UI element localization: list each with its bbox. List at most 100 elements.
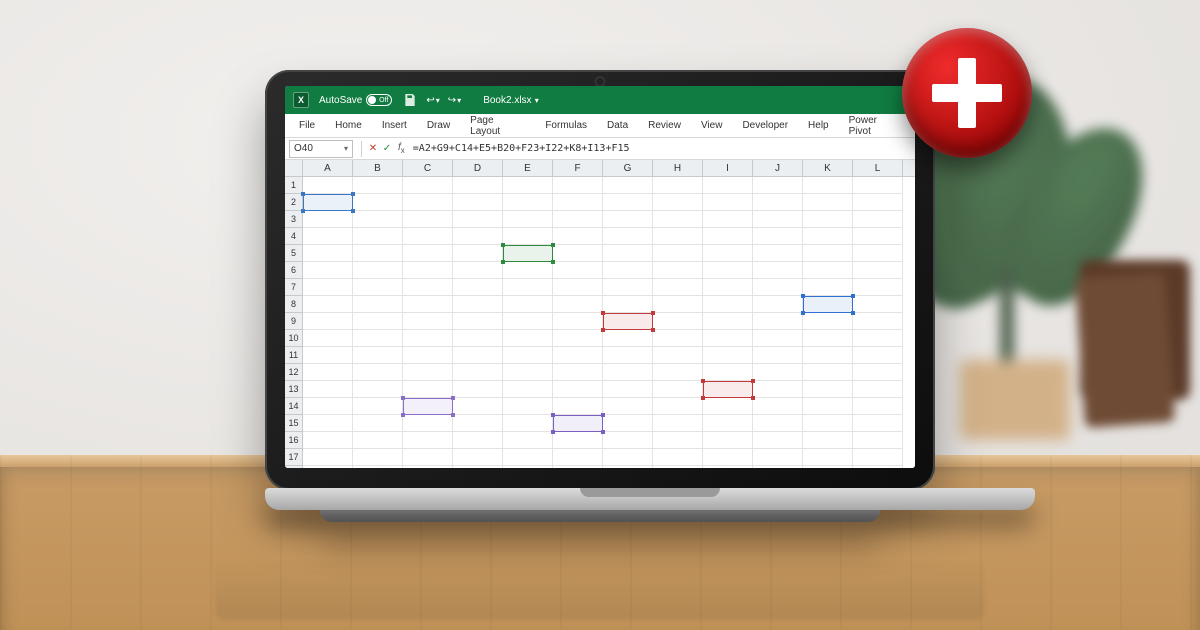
cell-A1[interactable] xyxy=(303,177,353,194)
cell-K12[interactable] xyxy=(803,364,853,381)
cell-J4[interactable] xyxy=(753,228,803,245)
cell-G8[interactable] xyxy=(603,296,653,313)
cell-E9[interactable] xyxy=(503,313,553,330)
cell-L11[interactable] xyxy=(853,347,903,364)
cell-F8[interactable] xyxy=(553,296,603,313)
cell-K7[interactable] xyxy=(803,279,853,296)
cell-D3[interactable] xyxy=(453,211,503,228)
cell-L2[interactable] xyxy=(853,194,903,211)
ribbon-tab-review[interactable]: Review xyxy=(640,116,689,135)
cell-L7[interactable] xyxy=(853,279,903,296)
cell-G5[interactable] xyxy=(603,245,653,262)
cell-E3[interactable] xyxy=(503,211,553,228)
cell-A10[interactable] xyxy=(303,330,353,347)
cell-H16[interactable] xyxy=(653,432,703,449)
cell-J6[interactable] xyxy=(753,262,803,279)
cell-I9[interactable] xyxy=(703,313,753,330)
cell-B15[interactable] xyxy=(353,415,403,432)
cell-D8[interactable] xyxy=(453,296,503,313)
cell-H6[interactable] xyxy=(653,262,703,279)
cell-A3[interactable] xyxy=(303,211,353,228)
cell-B10[interactable] xyxy=(353,330,403,347)
row-header-8[interactable]: 8 xyxy=(285,296,303,313)
cell-B5[interactable] xyxy=(353,245,403,262)
cell-H2[interactable] xyxy=(653,194,703,211)
row-header-10[interactable]: 10 xyxy=(285,330,303,347)
row-header-16[interactable]: 16 xyxy=(285,432,303,449)
cell-J2[interactable] xyxy=(753,194,803,211)
cell-I4[interactable] xyxy=(703,228,753,245)
row-header-6[interactable]: 6 xyxy=(285,262,303,279)
cell-F9[interactable] xyxy=(553,313,603,330)
cell-I6[interactable] xyxy=(703,262,753,279)
cell-A5[interactable] xyxy=(303,245,353,262)
cell-E1[interactable] xyxy=(503,177,553,194)
cell-E2[interactable] xyxy=(503,194,553,211)
cell-C3[interactable] xyxy=(403,211,453,228)
cell-H13[interactable] xyxy=(653,381,703,398)
cell-E14[interactable] xyxy=(503,398,553,415)
cell-D15[interactable] xyxy=(453,415,503,432)
cell-H7[interactable] xyxy=(653,279,703,296)
formula-input[interactable]: =A2+G9+C14+E5+B20+F23+I22+K8+I13+F15 xyxy=(409,140,915,158)
cell-B14[interactable] xyxy=(353,398,403,415)
cell-H8[interactable] xyxy=(653,296,703,313)
cell-K5[interactable] xyxy=(803,245,853,262)
column-header-C[interactable]: C xyxy=(403,160,453,176)
cell-E8[interactable] xyxy=(503,296,553,313)
cell-B4[interactable] xyxy=(353,228,403,245)
cell-B17[interactable] xyxy=(353,449,403,466)
cell-I14[interactable] xyxy=(703,398,753,415)
cancel-formula-button[interactable]: ✕ xyxy=(366,143,380,154)
cell-D2[interactable] xyxy=(453,194,503,211)
cell-I13[interactable] xyxy=(703,381,753,398)
cell-L14[interactable] xyxy=(853,398,903,415)
row-header-14[interactable]: 14 xyxy=(285,398,303,415)
ribbon-tab-view[interactable]: View xyxy=(693,116,731,135)
column-header-E[interactable]: E xyxy=(503,160,553,176)
cell-B9[interactable] xyxy=(353,313,403,330)
row-header-7[interactable]: 7 xyxy=(285,279,303,296)
cell-K10[interactable] xyxy=(803,330,853,347)
autosave-toggle[interactable]: AutoSave Off xyxy=(319,94,392,106)
cell-F15[interactable] xyxy=(553,415,603,432)
cell-L18[interactable] xyxy=(853,466,903,468)
cell-G7[interactable] xyxy=(603,279,653,296)
cell-I16[interactable] xyxy=(703,432,753,449)
cell-J3[interactable] xyxy=(753,211,803,228)
ribbon-tab-page-layout[interactable]: Page Layout xyxy=(462,111,533,141)
cell-K9[interactable] xyxy=(803,313,853,330)
fx-icon[interactable]: fx xyxy=(398,142,405,155)
cell-I11[interactable] xyxy=(703,347,753,364)
cell-G10[interactable] xyxy=(603,330,653,347)
cell-C2[interactable] xyxy=(403,194,453,211)
cell-C9[interactable] xyxy=(403,313,453,330)
cell-A11[interactable] xyxy=(303,347,353,364)
cell-A17[interactable] xyxy=(303,449,353,466)
row-header-12[interactable]: 12 xyxy=(285,364,303,381)
cell-I5[interactable] xyxy=(703,245,753,262)
cell-I17[interactable] xyxy=(703,449,753,466)
cell-C4[interactable] xyxy=(403,228,453,245)
cell-K8[interactable] xyxy=(803,296,853,313)
spreadsheet-grid[interactable]: ABCDEFGHIJKL 123456789101112131415161718 xyxy=(285,160,915,468)
cell-D4[interactable] xyxy=(453,228,503,245)
cell-D13[interactable] xyxy=(453,381,503,398)
cell-H3[interactable] xyxy=(653,211,703,228)
cell-K1[interactable] xyxy=(803,177,853,194)
cell-B1[interactable] xyxy=(353,177,403,194)
cell-K3[interactable] xyxy=(803,211,853,228)
select-all-corner[interactable] xyxy=(285,160,303,176)
cell-A16[interactable] xyxy=(303,432,353,449)
ribbon-tab-power-pivot[interactable]: Power Pivot xyxy=(841,111,909,141)
cell-D12[interactable] xyxy=(453,364,503,381)
cell-E7[interactable] xyxy=(503,279,553,296)
ribbon-tab-draw[interactable]: Draw xyxy=(419,116,458,135)
cell-H5[interactable] xyxy=(653,245,703,262)
cell-E13[interactable] xyxy=(503,381,553,398)
ribbon-tab-help[interactable]: Help xyxy=(800,116,837,135)
cell-C16[interactable] xyxy=(403,432,453,449)
row-header-2[interactable]: 2 xyxy=(285,194,303,211)
cell-E15[interactable] xyxy=(503,415,553,432)
cell-B7[interactable] xyxy=(353,279,403,296)
